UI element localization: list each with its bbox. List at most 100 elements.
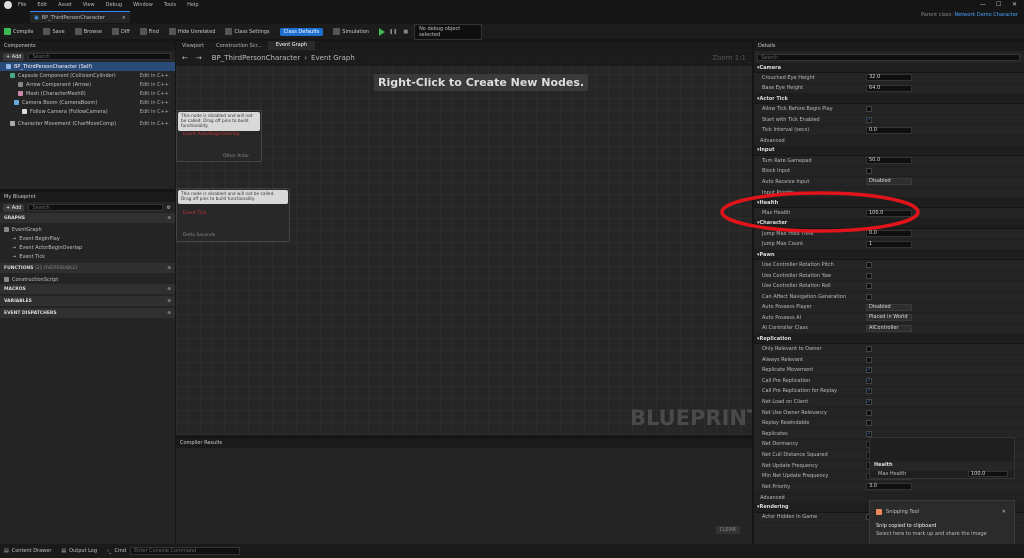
property-checkbox[interactable] [866, 356, 872, 363]
clear-button[interactable]: CLEAR [715, 526, 740, 534]
other-actor-pin[interactable]: Other Actor [223, 154, 249, 159]
add-dispatcher-icon[interactable]: ⊕ [167, 311, 171, 316]
graphs-category[interactable]: GRAPHS ⊕ [0, 213, 175, 223]
add-member-button[interactable]: + Add [3, 203, 25, 212]
property-checkbox[interactable] [866, 272, 872, 279]
blueprint-search-input[interactable]: Search [28, 204, 163, 211]
max-health-value[interactable]: 100.0 [968, 471, 1008, 477]
content-drawer-button[interactable]: Content Drawer [12, 548, 52, 554]
save-button[interactable]: Save [43, 28, 65, 35]
hide-unrelated-button[interactable]: Hide Unrelated [168, 28, 215, 35]
menu-window[interactable]: Window [133, 2, 153, 8]
components-search-input[interactable]: Search [28, 53, 171, 60]
property-value-field[interactable]: 64.0 [866, 84, 912, 92]
event-item[interactable]: → Event ActorBeginOverlap [0, 243, 175, 252]
details-section-pawn[interactable]: ▾ Pawn [754, 250, 1024, 261]
menu-help[interactable]: Help [187, 2, 198, 8]
property-checkbox[interactable] [866, 388, 872, 395]
details-section-actor-tick[interactable]: ▾ Actor Tick [754, 94, 1024, 105]
property-checkbox[interactable] [866, 105, 872, 112]
property-value-field[interactable]: 50.0 [866, 157, 912, 165]
edit-in-cpp-link[interactable]: Edit in C++ [140, 100, 169, 106]
forward-arrow-icon[interactable]: → [196, 54, 202, 62]
property-checkbox[interactable] [866, 168, 872, 175]
event-actor-begin-overlap-node[interactable]: This node is disabled and will not be ca… [176, 110, 262, 162]
function-item[interactable]: ConstructionScript [0, 275, 175, 284]
add-function-icon[interactable]: ⊕ [167, 266, 171, 271]
add-component-button[interactable]: + Add [3, 52, 25, 61]
simulation-button[interactable]: Simulation [333, 28, 369, 35]
tab-construction-script[interactable]: Construction Scr... [210, 43, 268, 49]
property-checkbox[interactable] [866, 399, 872, 406]
property-value-field[interactable]: 0.0 [866, 126, 912, 134]
variables-category[interactable]: VARIABLES ⊕ [0, 296, 175, 306]
property-checkbox[interactable] [866, 377, 872, 384]
component-item[interactable]: Mesh (CharacterMesh0) Edit in C++ [0, 89, 175, 98]
notification-close-icon[interactable]: ✕ [1002, 509, 1006, 515]
snipping-tool-notification[interactable]: Snipping Tool ✕ Snip copied to clipboard… [869, 500, 1015, 549]
stop-icon[interactable]: ■ [403, 29, 408, 35]
event-graph-canvas[interactable]: ← → BP_ThirdPersonCharacter › Event Grap… [176, 50, 752, 435]
property-dropdown[interactable]: AIController [866, 324, 912, 332]
find-button[interactable]: Find [139, 28, 159, 35]
advanced-expander[interactable]: Advanced [754, 135, 1024, 146]
details-search-input[interactable]: Search [757, 53, 1020, 61]
menu-view[interactable]: View [83, 2, 95, 8]
menu-asset[interactable]: Asset [58, 2, 72, 8]
event-tick-node[interactable]: This node is disabled and will not be ca… [176, 188, 290, 242]
macros-category[interactable]: MACROS ⊕ [0, 284, 175, 294]
component-item[interactable]: Follow Camera (FollowCamera) Edit in C++ [0, 107, 175, 116]
maximize-icon[interactable]: ☐ [996, 1, 1001, 8]
property-value-field[interactable]: 1 [866, 240, 912, 248]
diff-button[interactable]: Diff [111, 28, 130, 35]
play-icon[interactable] [378, 27, 385, 36]
property-checkbox[interactable] [866, 420, 872, 427]
functions-category[interactable]: FUNCTIONS (21 OVERRIDABLE) ⊕ [0, 263, 175, 273]
edit-in-cpp-link[interactable]: Edit in C++ [140, 121, 169, 127]
property-dropdown[interactable]: Disabled [866, 303, 912, 311]
property-checkbox[interactable] [866, 409, 872, 416]
breadcrumb[interactable]: BP_ThirdPersonCharacter [212, 54, 300, 62]
menu-debug[interactable]: Debug [106, 2, 122, 8]
edit-in-cpp-link[interactable]: Edit in C++ [140, 109, 169, 115]
component-item[interactable]: Arrow Component (Arrow) Edit in C++ [0, 80, 175, 89]
edit-in-cpp-link[interactable]: Edit in C++ [140, 91, 169, 97]
tab-close-icon[interactable]: × [122, 15, 126, 21]
details-section-input[interactable]: ▾ Input [754, 145, 1024, 156]
compiler-results-tab[interactable]: Compiler Results [176, 438, 752, 448]
add-macro-icon[interactable]: ⊕ [167, 287, 171, 292]
minimize-icon[interactable]: — [980, 1, 986, 8]
component-item[interactable]: Character Movement (CharMoveComp) Edit in… [0, 119, 175, 128]
dispatchers-category[interactable]: EVENT DISPATCHERS ⊕ [0, 308, 175, 318]
eventgraph-item[interactable]: EventGraph [0, 225, 175, 234]
property-checkbox[interactable] [866, 367, 872, 374]
property-checkbox[interactable] [866, 346, 872, 353]
browse-button[interactable]: Browse [74, 28, 102, 35]
back-arrow-icon[interactable]: ← [182, 54, 188, 62]
delta-seconds-pin[interactable]: Delta Seconds [183, 233, 215, 238]
property-value-field[interactable]: 32.0 [866, 74, 912, 82]
edit-in-cpp-link[interactable]: Edit in C++ [140, 73, 169, 79]
component-item[interactable]: Camera Boom (CameraBoom) Edit in C++ [0, 98, 175, 107]
property-checkbox[interactable] [866, 261, 872, 268]
property-dropdown[interactable]: Placed in World [866, 314, 912, 322]
output-log-button[interactable]: Output Log [69, 548, 97, 554]
class-settings-button[interactable]: Class Settings [225, 28, 270, 35]
edit-in-cpp-link[interactable]: Edit in C++ [140, 82, 169, 88]
class-defaults-button[interactable]: Class Defaults [279, 27, 324, 36]
debug-object-select[interactable]: No debug object selected [414, 23, 483, 40]
menu-edit[interactable]: Edit [37, 2, 47, 8]
close-icon[interactable]: ✕ [1012, 1, 1017, 8]
cmd-select[interactable]: Cmd [115, 548, 127, 554]
details-section-camera[interactable]: ▾ Camera [754, 63, 1024, 73]
component-item[interactable]: Capsule Component (CollisionCylinder) Edi… [0, 71, 175, 80]
property-checkbox[interactable] [866, 430, 872, 437]
component-item[interactable]: BP_ThirdPersonCharacter (Self) [0, 62, 175, 71]
details-section-replication[interactable]: ▾ Replication [754, 334, 1024, 345]
property-value-field[interactable]: 3.0 [866, 483, 912, 491]
tab-event-graph[interactable]: Event Graph [267, 41, 316, 50]
property-checkbox[interactable] [866, 283, 872, 290]
add-graph-icon[interactable]: ⊕ [167, 216, 171, 221]
menu-tools[interactable]: Tools [164, 2, 176, 8]
parent-class-link[interactable]: Network Demo Character [954, 12, 1018, 18]
